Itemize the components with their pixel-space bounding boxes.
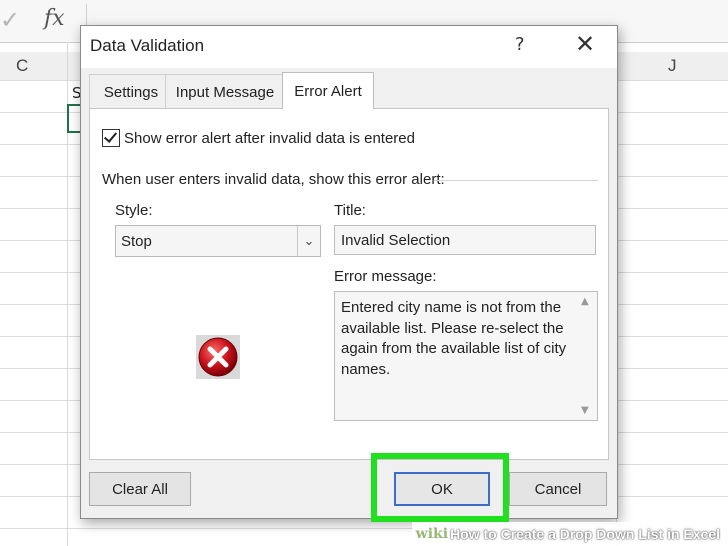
fx-icon[interactable]: fx [44,6,65,31]
style-dropdown[interactable]: Stop ⌄ [115,225,321,257]
error-message-textarea[interactable]: Entered city name is not from the availa… [334,291,598,421]
watermark-title: How to Create a Drop Down List in Excel [450,526,720,542]
title-input[interactable] [334,225,596,255]
stop-error-icon [196,335,240,379]
scroll-down-icon[interactable]: ▼ [581,405,589,416]
column-header-c[interactable]: C [16,56,28,76]
group-label: When user enters invalid data, show this… [102,171,445,188]
show-error-alert-option[interactable]: Show error alert after invalid data is e… [102,129,415,147]
message-scrollbar[interactable]: ▲ ▼ [577,292,597,420]
watermark: wiki How to Create a Drop Down List in E… [412,522,728,546]
clear-all-button[interactable]: Clear All [89,472,191,506]
help-button[interactable]: ? [515,34,525,55]
show-error-alert-checkbox[interactable] [102,129,120,147]
close-button[interactable]: ✕ [575,30,595,58]
title-label: Title: [334,202,366,219]
check-icon[interactable]: ✓ [0,6,20,34]
error-message-label: Error message: [334,268,437,285]
data-validation-dialog: Data Validation ? ✕ Settings Input Messa… [80,25,618,519]
dialog-title: Data Validation [90,36,205,55]
column-header-j[interactable]: J [668,56,677,76]
show-error-alert-label: Show error alert after invalid data is e… [124,129,415,147]
cancel-button[interactable]: Cancel [509,472,607,506]
chevron-down-icon[interactable]: ⌄ [297,226,320,256]
title-bar[interactable]: Data Validation ? ✕ [81,26,617,68]
group-divider [434,180,598,181]
style-label: Style: [115,202,153,219]
style-value: Stop [121,233,152,250]
ok-button[interactable]: OK [394,472,490,506]
error-message-text: Entered city name is not from the availa… [341,299,567,378]
tab-error-alert[interactable]: Error Alert [282,72,374,109]
wikihow-logo: wiki [415,526,449,542]
tab-input-message[interactable]: Input Message [165,74,285,109]
scroll-up-icon[interactable]: ▲ [581,296,589,307]
tab-settings[interactable]: Settings [89,74,173,109]
error-alert-panel: Show error alert after invalid data is e… [89,108,609,460]
